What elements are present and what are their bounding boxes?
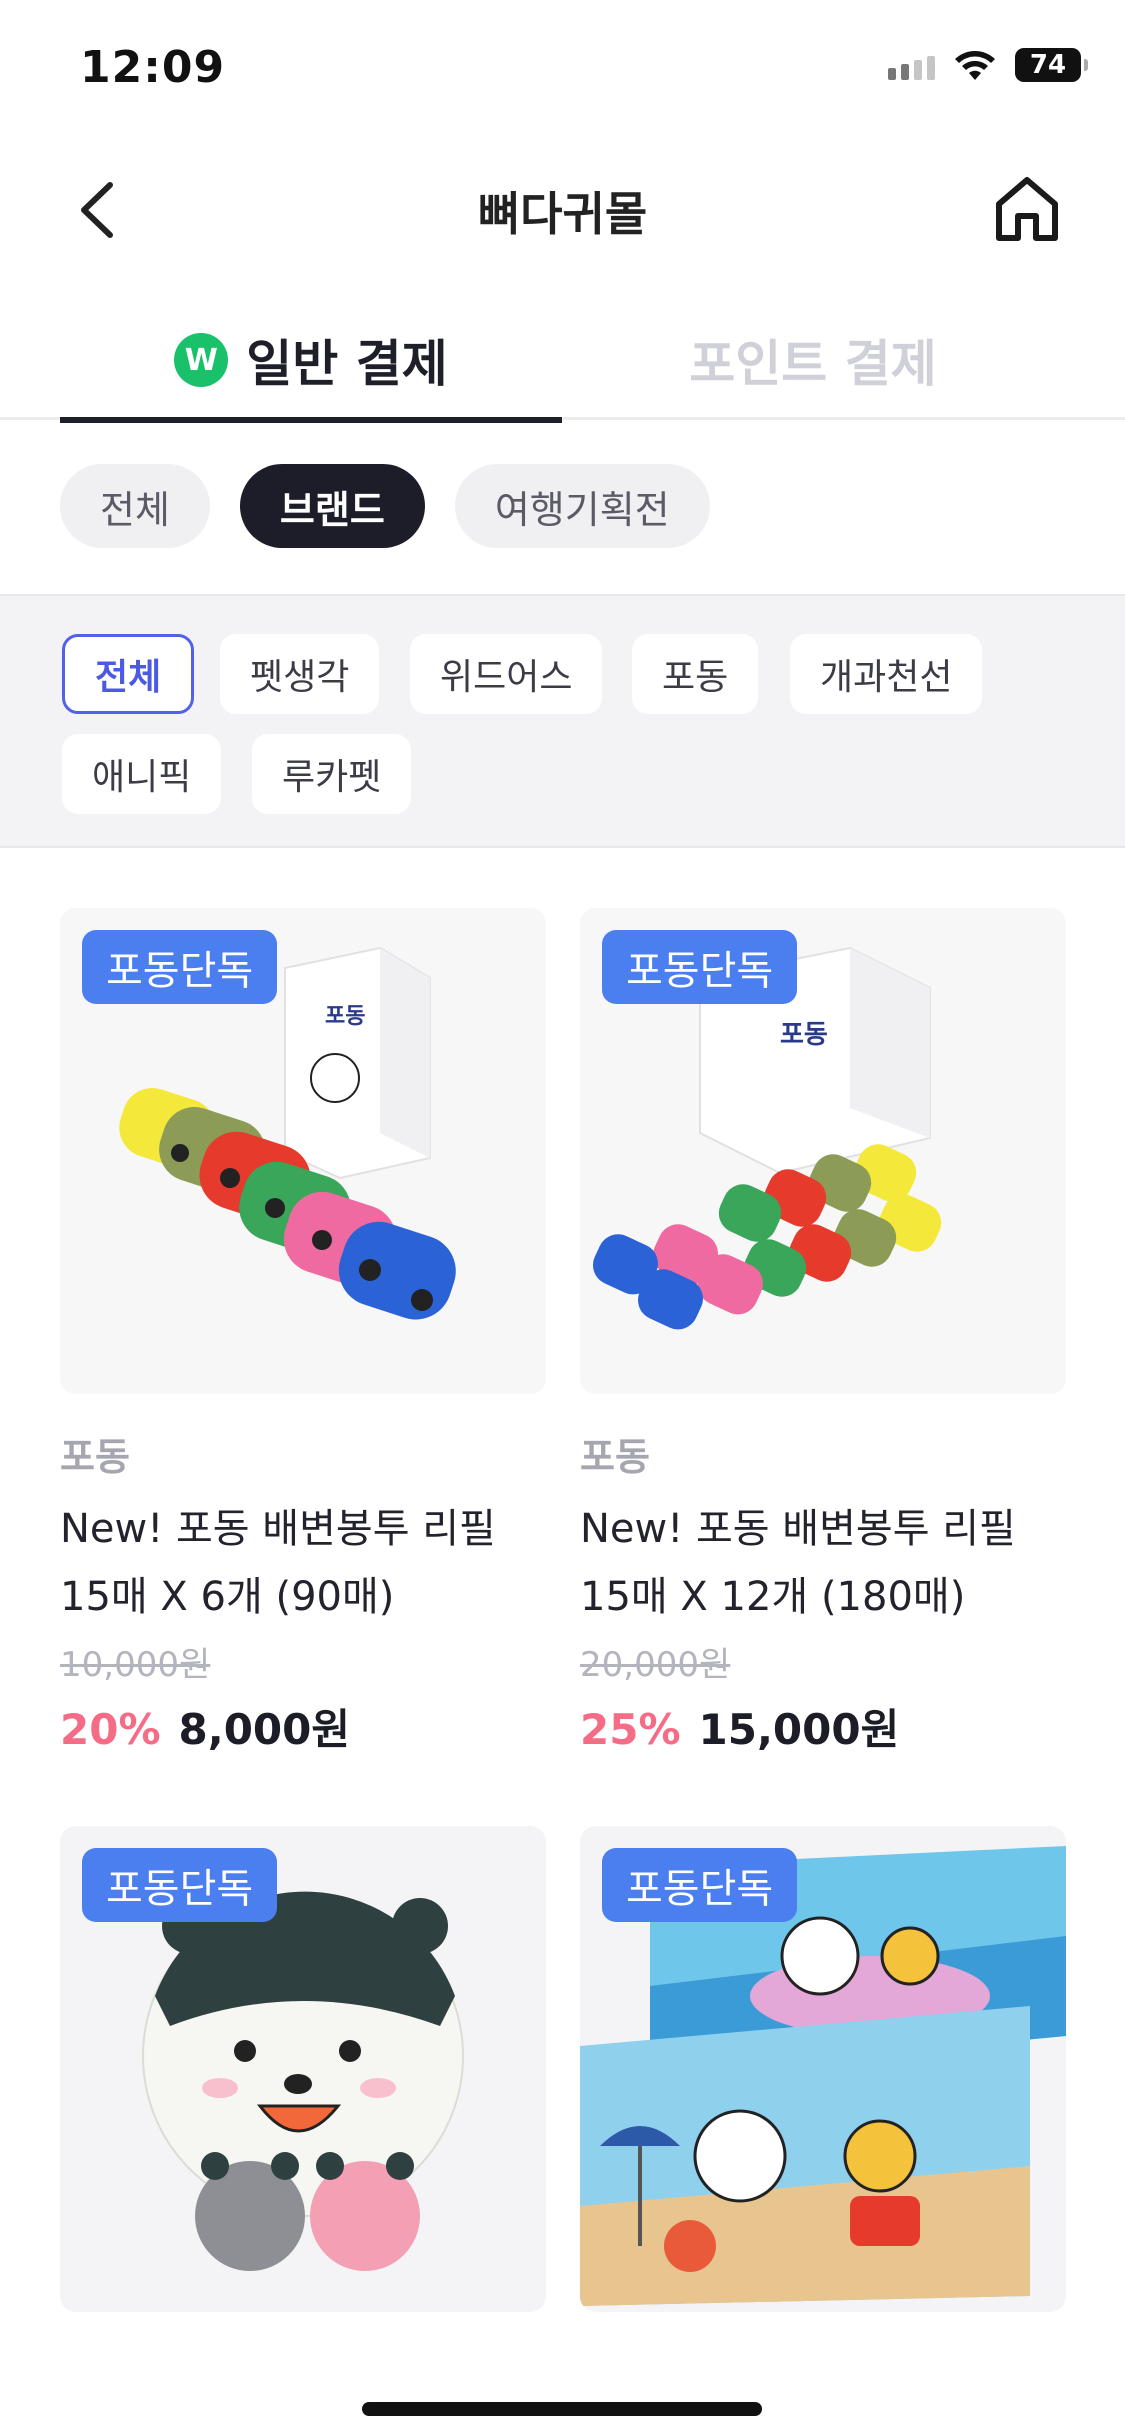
tab-general-payment[interactable]: W 일반 결제: [60, 300, 562, 423]
brand-chip-lucapet[interactable]: 루카펫: [252, 734, 412, 814]
product-image[interactable]: 포동단독 포동: [60, 908, 546, 1394]
original-price: 10,000원: [60, 1645, 211, 1685]
brand-chip-gaegwacheonseon[interactable]: 개과천선: [790, 634, 983, 714]
brand-chip-all[interactable]: 전체: [62, 634, 195, 714]
exclusive-badge: 포동단독: [82, 1848, 278, 1922]
wifi-icon: [955, 51, 995, 80]
price-row: 25% 15,000원: [580, 1696, 1066, 1757]
sale-price: 8,000원: [178, 1705, 351, 1754]
brand-chip-podong[interactable]: 포동: [632, 634, 759, 714]
product-card[interactable]: 포동단독: [580, 1826, 1066, 2312]
status-time: 12:09: [80, 42, 226, 93]
nav-bar: 뼈다귀몰: [0, 150, 1125, 270]
brand-chip-anipick[interactable]: 애니픽: [62, 734, 222, 814]
category-chips: 전체 브랜드 여행기획전: [60, 464, 710, 548]
product-card[interactable]: 포동단독 포동 포동 New! 포동 배변봉투 리필 15매 X 6개 (90매…: [60, 908, 546, 1757]
original-price: 20,000원: [580, 1645, 731, 1685]
product-brand: 포동: [580, 1435, 650, 1479]
cellular-signal-icon: [888, 50, 935, 80]
home-indicator: [362, 2402, 762, 2416]
sale-price: 15,000원: [698, 1705, 900, 1754]
price-row: 20% 8,000원: [60, 1696, 546, 1757]
category-chip-all[interactable]: 전체: [60, 464, 210, 548]
page-title: 뼈다귀몰: [477, 187, 648, 241]
category-chip-travel[interactable]: 여행기획전: [454, 464, 710, 548]
discount-rate: 25%: [580, 1705, 681, 1754]
category-chip-brand[interactable]: 브랜드: [239, 464, 425, 548]
brand-chip-petsaenggak[interactable]: 펫생각: [220, 634, 380, 714]
product-image[interactable]: 포동단독 포동: [580, 908, 1066, 1394]
exclusive-badge: 포동단독: [602, 1848, 798, 1922]
brand-filter-panel: 전체 펫생각 위드어스 포동 개과천선 애니픽 루카펫: [0, 594, 1125, 848]
product-name: New! 포동 배변봉투 리필 15매 X 12개 (180매): [580, 1506, 1016, 1620]
discount-rate: 20%: [60, 1705, 161, 1754]
tab-label: 포인트 결제: [689, 335, 937, 393]
product-card[interactable]: 포동단독: [60, 1826, 546, 2312]
svg-text:포동: 포동: [325, 1004, 365, 1029]
tab-label: 일반 결제: [246, 335, 448, 393]
payment-tabs: W 일반 결제 포인트 결제: [0, 300, 1125, 423]
exclusive-badge: 포동단독: [82, 930, 278, 1004]
home-icon[interactable]: [989, 170, 1065, 246]
w-pay-icon: W: [174, 333, 229, 387]
brand-chip-withus[interactable]: 위드어스: [410, 634, 603, 714]
product-image[interactable]: 포동단독: [60, 1826, 546, 2312]
battery-icon: 74: [1015, 48, 1088, 82]
status-bar: 12:09 74: [0, 0, 1125, 140]
tab-point-payment[interactable]: 포인트 결제: [562, 300, 1064, 420]
svg-text:포동: 포동: [780, 1020, 828, 1050]
exclusive-badge: 포동단독: [602, 930, 798, 1004]
product-image[interactable]: 포동단독: [580, 1826, 1066, 2312]
product-card[interactable]: 포동단독 포동 포동 New! 포동 배변봉투 리필 15매 X 12개 (18…: [580, 908, 1066, 1757]
product-name: New! 포동 배변봉투 리필 15매 X 6개 (90매): [60, 1506, 496, 1620]
product-brand: 포동: [60, 1435, 130, 1479]
status-icons: 74: [888, 48, 1088, 82]
